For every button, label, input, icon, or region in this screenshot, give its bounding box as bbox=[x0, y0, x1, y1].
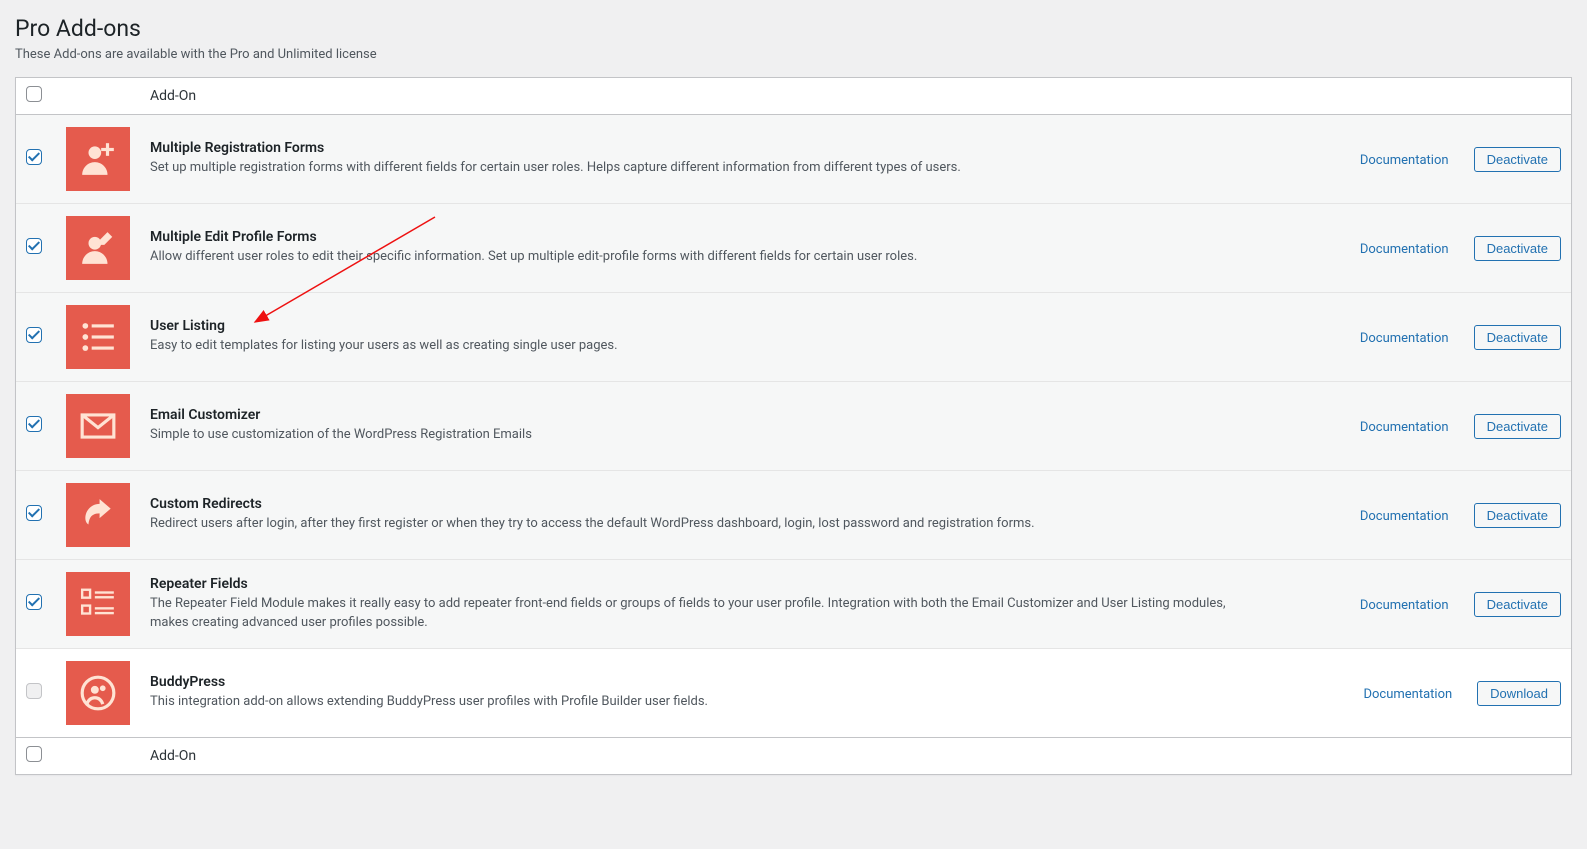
user-plus-icon bbox=[66, 127, 130, 191]
addon-title: Multiple Edit Profile Forms bbox=[150, 229, 1261, 245]
addon-title: Custom Redirects bbox=[150, 496, 1261, 512]
row-checkbox[interactable] bbox=[26, 594, 42, 610]
table-row: Custom Redirects Redirect users after log… bbox=[16, 471, 1571, 560]
addon-title: Repeater Fields bbox=[150, 576, 1261, 592]
addon-description: The Repeater Field Module makes it reall… bbox=[150, 594, 1261, 633]
documentation-link[interactable]: Documentation bbox=[1360, 420, 1449, 435]
redirect-icon bbox=[66, 483, 130, 547]
deactivate-button[interactable]: Deactivate bbox=[1474, 592, 1561, 617]
documentation-link[interactable]: Documentation bbox=[1360, 598, 1449, 613]
row-checkbox[interactable] bbox=[26, 327, 42, 343]
user-edit-icon bbox=[66, 216, 130, 280]
addon-title: BuddyPress bbox=[150, 674, 1261, 690]
envelope-icon bbox=[66, 394, 130, 458]
addon-title: Email Customizer bbox=[150, 407, 1261, 423]
repeater-icon bbox=[66, 572, 130, 636]
list-users-icon bbox=[66, 305, 130, 369]
deactivate-button[interactable]: Deactivate bbox=[1474, 414, 1561, 439]
footer-select-all bbox=[16, 737, 56, 774]
buddypress-icon bbox=[66, 661, 130, 725]
table-row: Multiple Edit Profile Forms Allow differe… bbox=[16, 204, 1571, 293]
download-button[interactable]: Download bbox=[1477, 681, 1561, 706]
addon-description: Simple to use customization of the WordP… bbox=[150, 425, 1261, 445]
addon-description: This integration add-on allows extending… bbox=[150, 692, 1261, 712]
addons-table: Add-On Multiple Registration Forms Set up… bbox=[15, 77, 1572, 775]
documentation-link[interactable]: Documentation bbox=[1360, 509, 1449, 524]
table-row: BuddyPress This integration add-on allows… bbox=[16, 649, 1571, 737]
deactivate-button[interactable]: Deactivate bbox=[1474, 503, 1561, 528]
row-checkbox[interactable] bbox=[26, 149, 42, 165]
table-row: User Listing Easy to edit templates for l… bbox=[16, 293, 1571, 382]
page-description: These Add-ons are available with the Pro… bbox=[15, 47, 1572, 62]
documentation-link[interactable]: Documentation bbox=[1363, 687, 1452, 702]
select-all-checkbox[interactable] bbox=[26, 86, 42, 102]
deactivate-button[interactable]: Deactivate bbox=[1474, 325, 1561, 350]
page-title: Pro Add-ons bbox=[15, 15, 1572, 42]
deactivate-button[interactable]: Deactivate bbox=[1474, 147, 1561, 172]
row-checkbox[interactable] bbox=[26, 238, 42, 254]
addon-description: Redirect users after login, after they f… bbox=[150, 514, 1261, 534]
table-row: Repeater Fields The Repeater Field Module… bbox=[16, 560, 1571, 649]
addon-description: Allow different user roles to edit their… bbox=[150, 247, 1261, 267]
deactivate-button[interactable]: Deactivate bbox=[1474, 236, 1561, 261]
addon-description: Set up multiple registration forms with … bbox=[150, 158, 1261, 178]
footer-addon-col: Add-On bbox=[140, 737, 1271, 774]
documentation-link[interactable]: Documentation bbox=[1360, 153, 1449, 168]
row-checkbox bbox=[26, 683, 42, 699]
row-checkbox[interactable] bbox=[26, 416, 42, 432]
header-select-all bbox=[16, 78, 56, 115]
table-row: Email Customizer Simple to use customizat… bbox=[16, 382, 1571, 471]
documentation-link[interactable]: Documentation bbox=[1360, 331, 1449, 346]
row-checkbox[interactable] bbox=[26, 505, 42, 521]
select-all-footer-checkbox[interactable] bbox=[26, 746, 42, 762]
addon-title: Multiple Registration Forms bbox=[150, 140, 1261, 156]
addon-description: Easy to edit templates for listing your … bbox=[150, 336, 1261, 356]
header-addon-col: Add-On bbox=[140, 78, 1271, 115]
addon-title: User Listing bbox=[150, 318, 1261, 334]
documentation-link[interactable]: Documentation bbox=[1360, 242, 1449, 257]
table-row: Multiple Registration Forms Set up multip… bbox=[16, 115, 1571, 204]
